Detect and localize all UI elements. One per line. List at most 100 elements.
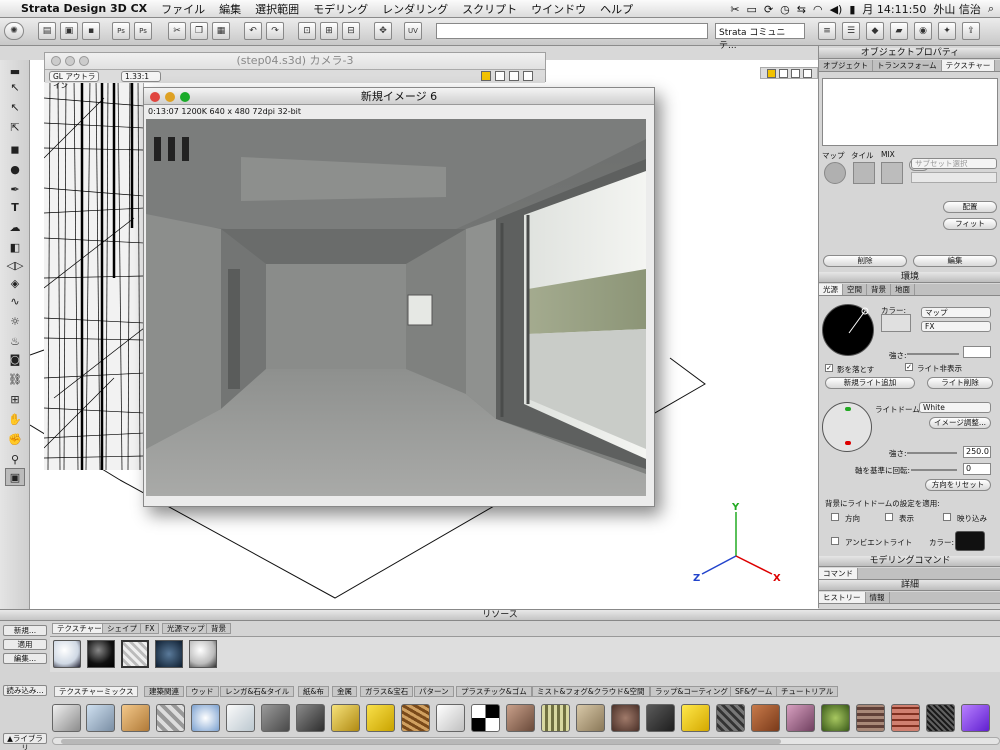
boolean-tool-icon[interactable]: ◈ — [5, 274, 25, 292]
texture-checker[interactable] — [121, 640, 149, 668]
tex-tile-20[interactable] — [716, 704, 745, 732]
align-icon[interactable]: ≡ — [818, 22, 836, 40]
menu-edit[interactable]: 編集 — [212, 1, 248, 17]
res-tab-background[interactable]: 背景 — [206, 623, 231, 634]
timemachine-icon[interactable]: ◷ — [780, 3, 790, 16]
copy-icon[interactable]: ❐ — [190, 22, 208, 40]
ps-export-icon[interactable]: Ps — [112, 22, 130, 40]
intensity-field[interactable] — [963, 346, 991, 358]
dome-intensity-slider[interactable] — [907, 452, 957, 454]
render-region-icon[interactable]: ▣ — [5, 468, 25, 486]
light-color-swatch[interactable] — [881, 314, 911, 332]
extrude-tool-icon[interactable]: ◧ — [5, 238, 25, 256]
view-b-icon[interactable] — [791, 69, 800, 78]
menu-help[interactable]: ヘルプ — [593, 1, 640, 17]
tex-tile-17[interactable] — [611, 704, 640, 732]
pen-tool-icon[interactable]: ✒ — [5, 180, 25, 198]
library-button[interactable]: ▲ライブラリ — [3, 733, 47, 750]
res-tab-fx[interactable]: FX — [140, 623, 160, 634]
camera-tool-icon[interactable]: ◙ — [5, 350, 25, 368]
tex-tile-19[interactable] — [681, 704, 710, 732]
ambient-color-swatch[interactable] — [955, 531, 985, 551]
reset-direction-button[interactable]: 方向をリセット — [925, 479, 991, 491]
cat-pattern[interactable]: パターン — [414, 686, 454, 697]
tile-icon[interactable] — [853, 162, 875, 184]
show-light-checkbox[interactable]: ✓ — [905, 363, 913, 371]
tex-tile-9[interactable] — [331, 704, 360, 732]
community-select[interactable]: Strata コミュニテ... — [715, 23, 805, 51]
cat-wood[interactable]: ウッド — [186, 686, 219, 697]
tex-tile-6[interactable] — [226, 704, 255, 732]
camera-view1-icon[interactable] — [495, 71, 505, 81]
cast-shadow-checkbox[interactable]: ✓ — [825, 364, 833, 372]
cat-wrap-coating[interactable]: ラップ&コーティング — [650, 686, 733, 697]
delete-button[interactable]: 削除 — [823, 255, 907, 267]
zoom-select[interactable]: 1.33:1 — [121, 71, 161, 82]
texture-globe[interactable] — [155, 640, 183, 668]
tab-info[interactable]: 情報 — [866, 592, 890, 603]
strata-logo-icon[interactable]: ✺ — [4, 22, 24, 40]
tools-icon[interactable]: ✂ — [730, 3, 739, 16]
user-name[interactable]: 外山 信治 — [933, 1, 981, 17]
path-tool-icon[interactable]: ∿ — [5, 292, 25, 310]
resources-header[interactable]: リソース — [0, 609, 1000, 621]
apply-reflection-checkbox[interactable] — [943, 513, 951, 521]
tab-ground[interactable]: 地面 — [891, 284, 915, 295]
camera-pencil-icon[interactable] — [481, 71, 491, 81]
tex-tile-21[interactable] — [751, 704, 780, 732]
load-resource-button[interactable]: 読み込み... — [3, 685, 47, 696]
cat-brick-stone-tile[interactable]: レンガ&石&タイル — [220, 686, 295, 697]
tex-tile-22[interactable] — [786, 704, 815, 732]
tex-tile-8[interactable] — [296, 704, 325, 732]
fx-select[interactable]: FX — [921, 321, 991, 332]
menu-script[interactable]: スクリプト — [455, 1, 524, 17]
link-tool-icon[interactable]: ⛓ — [5, 370, 25, 388]
undo-icon[interactable]: ↶ — [244, 22, 262, 40]
move-icon[interactable]: ✥ — [374, 22, 392, 40]
paste-icon[interactable]: ▦ — [212, 22, 230, 40]
tab-space[interactable]: 空間 — [843, 284, 867, 295]
clock[interactable]: 月 14:11:50 — [862, 1, 926, 17]
light-icon[interactable]: ✦ — [938, 22, 956, 40]
lathe-tool-icon[interactable]: ☁ — [5, 218, 25, 236]
cat-metal[interactable]: 金属 — [332, 686, 357, 697]
grid-tool-icon[interactable]: ⊞ — [5, 390, 25, 408]
menu-selection[interactable]: 選択範囲 — [248, 1, 306, 17]
texture-sphere-black[interactable] — [87, 640, 115, 668]
sync-icon[interactable]: ⟳ — [764, 3, 773, 16]
zoom-icon[interactable] — [180, 92, 190, 102]
tex-tile-23[interactable] — [821, 704, 850, 732]
apply-resource-button[interactable]: 適用 — [3, 639, 47, 650]
tab-command[interactable]: コマンド — [819, 568, 858, 579]
delete-light-button[interactable]: ライト削除 — [927, 377, 993, 389]
tex-tile-18[interactable] — [646, 704, 675, 732]
camera-view2-icon[interactable] — [509, 71, 519, 81]
subset-field[interactable] — [911, 172, 997, 183]
sphere-tool-icon[interactable]: ● — [5, 160, 25, 178]
view-c-icon[interactable] — [803, 69, 812, 78]
menu-file[interactable]: ファイル — [154, 1, 212, 17]
tab-light[interactable]: 光源 — [819, 284, 843, 295]
cut-icon[interactable]: ✂ — [168, 22, 186, 40]
light-direction-sphere[interactable] — [822, 304, 874, 356]
render-icon[interactable]: ▰ — [890, 22, 908, 40]
cat-sf-game[interactable]: SF&ゲーム — [730, 686, 778, 697]
res-tab-texture[interactable]: テクスチャー — [52, 623, 107, 634]
edit-button[interactable]: 編集 — [913, 255, 997, 267]
dome-intensity-field[interactable]: 250.0 — [963, 446, 991, 458]
cube-tool-icon[interactable]: ◼ — [5, 140, 25, 158]
menu-window[interactable]: ウインドウ — [524, 1, 593, 17]
ambient-checkbox[interactable] — [831, 537, 839, 545]
view-a-icon[interactable] — [779, 69, 788, 78]
battery-icon[interactable]: ▮ — [849, 3, 855, 16]
add-light-button[interactable]: 新規ライト追加 — [825, 377, 915, 389]
edit-resource-button[interactable]: 編集... — [3, 653, 47, 664]
uv-icon[interactable]: UV — [404, 22, 422, 40]
cat-paper-cloth[interactable]: 紙&布 — [298, 686, 329, 697]
tex-tile-25[interactable] — [891, 704, 920, 732]
tex-tile-11[interactable] — [401, 704, 430, 732]
texture-sphere-grey[interactable] — [189, 640, 217, 668]
grid-icon[interactable]: ⊞ — [320, 22, 338, 40]
menu-rendering[interactable]: レンダリング — [375, 1, 455, 17]
cat-architecture[interactable]: 建築関連 — [144, 686, 184, 697]
